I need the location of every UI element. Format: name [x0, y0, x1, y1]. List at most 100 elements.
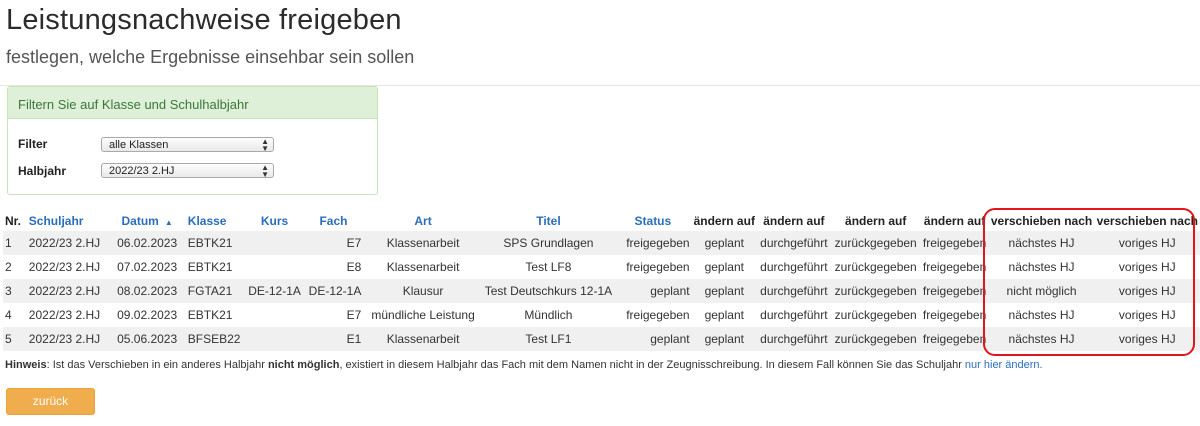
cell-titel-link[interactable]: Test LF1	[482, 327, 615, 351]
cell-nr: 5	[3, 327, 27, 351]
cell-datum: 05.06.2023	[108, 327, 186, 351]
move-next-hj-link[interactable]: nächstes HJ	[988, 303, 1095, 327]
select-arrows-icon: ▲ ▼	[261, 137, 269, 153]
cell-nr: 2	[3, 255, 27, 279]
filter-select[interactable]: alle Klassen ▲ ▼	[101, 137, 274, 153]
page-subtitle: festlegen, welche Ergebnisse einsehbar s…	[6, 47, 415, 67]
col-fach[interactable]: Fach	[304, 211, 364, 231]
hint-text: Hinweis: Ist das Verschieben in ein ande…	[5, 359, 1043, 371]
set-durchgefuehrt-link[interactable]: durchgeführt	[756, 279, 831, 303]
filter-panel-heading: Filtern Sie auf Klasse und Schulhalbjahr	[8, 87, 377, 119]
cell-art-link[interactable]: Klassenarbeit	[363, 231, 483, 255]
cell-art-link[interactable]: Klassenarbeit	[363, 255, 483, 279]
col-status[interactable]: Status	[614, 211, 691, 231]
col-klasse[interactable]: Klasse	[186, 211, 246, 231]
set-freigegeben-link[interactable]: freigegeben	[920, 327, 989, 351]
hint-text-part2: , existiert in diesem Halbjahr das Fach …	[339, 359, 965, 371]
filter-row: Filter	[18, 137, 102, 151]
move-next-hj-link[interactable]: nächstes HJ	[988, 231, 1095, 255]
cell-titel-link[interactable]: SPS Grundlagen	[482, 231, 615, 255]
cell-status: freigegeben	[614, 303, 692, 327]
col-datum[interactable]: Datum ▲	[108, 211, 185, 231]
set-geplant-link[interactable]: geplant	[691, 231, 757, 255]
cell-schuljahr-link[interactable]: 2022/23 2.HJ	[26, 255, 109, 279]
set-freigegeben-link[interactable]: freigegeben	[920, 303, 989, 327]
col-art[interactable]: Art	[363, 211, 482, 231]
halbjahr-select[interactable]: 2022/23 2.HJ ▲ ▼	[101, 163, 274, 179]
col-verschieben-2: verschieben nach	[1096, 214, 1198, 228]
cell-datum: 07.02.2023	[108, 255, 186, 279]
cell-status: freigegeben	[614, 231, 692, 255]
col-nr: Nr.	[5, 214, 22, 228]
cell-datum: 06.02.2023	[108, 231, 186, 255]
table-header-row: Nr. Schuljahr Datum ▲ Klasse Kurs Fach Ar…	[3, 211, 1200, 231]
cell-schuljahr-link[interactable]: 2022/23 2.HJ	[26, 327, 109, 351]
set-geplant-link[interactable]: geplant	[691, 327, 757, 351]
move-prev-hj-link[interactable]: voriges HJ	[1094, 303, 1200, 327]
move-next-hj-link[interactable]: nächstes HJ	[988, 255, 1095, 279]
move-not-possible-text: nicht möglich	[988, 279, 1095, 303]
col-aendern-3: ändern auf	[845, 214, 907, 228]
cell-schuljahr-link[interactable]: 2022/23 2.HJ	[26, 279, 109, 303]
move-prev-hj-link[interactable]: voriges HJ	[1094, 327, 1200, 351]
table-row: 4 2022/23 2.HJ 09.02.2023 EBTK21 E7 mündliche…	[3, 303, 1200, 327]
back-button[interactable]: zurück	[6, 388, 95, 415]
set-zurueckgegeben-link[interactable]: zurückgegeben	[830, 327, 921, 351]
cell-titel-link[interactable]: Test LF8	[482, 255, 615, 279]
move-next-hj-link[interactable]: nächstes HJ	[988, 327, 1095, 351]
set-freigegeben-link[interactable]: freigegeben	[920, 255, 989, 279]
col-datum-label: Datum	[121, 214, 159, 228]
col-kurs[interactable]: Kurs	[246, 211, 304, 231]
col-verschieben-1: verschieben nach	[990, 214, 1093, 228]
cell-klasse-link[interactable]: EBTK21	[185, 231, 246, 255]
set-freigegeben-link[interactable]: freigegeben	[920, 231, 989, 255]
filter-label: Filter	[18, 137, 48, 151]
table-row: 1 2022/23 2.HJ 06.02.2023 EBTK21 E7 Klassenar…	[3, 231, 1200, 255]
set-durchgefuehrt-link[interactable]: durchgeführt	[756, 327, 831, 351]
cell-art-link[interactable]: mündliche Leistung	[363, 303, 483, 327]
set-durchgefuehrt-link[interactable]: durchgeführt	[756, 303, 831, 327]
cell-fach: E7	[303, 231, 364, 255]
col-aendern-1: ändern auf	[693, 214, 755, 228]
cell-art-link[interactable]: Klassenarbeit	[363, 327, 483, 351]
set-geplant-link[interactable]: geplant	[691, 255, 757, 279]
hint-label: Hinweis	[5, 359, 47, 371]
set-zurueckgegeben-link[interactable]: zurückgegeben	[830, 303, 921, 327]
cell-schuljahr-link[interactable]: 2022/23 2.HJ	[26, 303, 109, 327]
set-geplant-link[interactable]: geplant	[691, 279, 757, 303]
col-schuljahr[interactable]: Schuljahr	[27, 211, 109, 231]
cell-klasse-link[interactable]: EBTK21	[185, 303, 246, 327]
cell-klasse-link[interactable]: EBTK21	[185, 255, 246, 279]
move-prev-hj-link[interactable]: voriges HJ	[1094, 279, 1200, 303]
cell-titel-link[interactable]: Test Deutschkurs 12-1A	[482, 279, 615, 303]
cell-nr: 4	[3, 303, 27, 327]
move-prev-hj-link[interactable]: voriges HJ	[1094, 231, 1200, 255]
table-row: 5 2022/23 2.HJ 05.06.2023 BFSEB22 E1 Klassena…	[3, 327, 1200, 351]
col-titel[interactable]: Titel	[483, 211, 614, 231]
col-aendern-2: ändern auf	[763, 214, 825, 228]
move-prev-hj-link[interactable]: voriges HJ	[1094, 255, 1200, 279]
table-row: 2 2022/23 2.HJ 07.02.2023 EBTK21 E8 Klassenar…	[3, 255, 1200, 279]
cell-schuljahr-link[interactable]: 2022/23 2.HJ	[26, 231, 109, 255]
set-zurueckgegeben-link[interactable]: zurückgegeben	[830, 231, 921, 255]
halbjahr-row: Halbjahr	[18, 164, 102, 178]
set-zurueckgegeben-link[interactable]: zurückgegeben	[830, 279, 921, 303]
hint-link[interactable]: nur hier ändern.	[965, 359, 1043, 371]
set-freigegeben-link[interactable]: freigegeben	[920, 279, 989, 303]
cell-nr: 1	[3, 231, 27, 255]
cell-titel-link[interactable]: Mündlich	[482, 303, 615, 327]
filter-select-value: alle Klassen	[109, 139, 169, 151]
cell-art-link[interactable]: Klausur	[363, 279, 483, 303]
cell-klasse-link[interactable]: BFSEB22	[185, 327, 246, 351]
set-zurueckgegeben-link[interactable]: zurückgegeben	[830, 255, 921, 279]
cell-klasse-link[interactable]: FGTA21	[185, 279, 246, 303]
results-table: Nr. Schuljahr Datum ▲ Klasse Kurs Fach Ar…	[3, 211, 1200, 351]
cell-fach: E7	[303, 303, 364, 327]
cell-status: geplant	[614, 327, 692, 351]
set-durchgefuehrt-link[interactable]: durchgeführt	[756, 255, 831, 279]
table-row: 3 2022/23 2.HJ 08.02.2023 FGTA21 DE-12-1A DE-…	[3, 279, 1200, 303]
cell-datum: 08.02.2023	[108, 279, 186, 303]
set-durchgefuehrt-link[interactable]: durchgeführt	[756, 231, 831, 255]
set-geplant-link[interactable]: geplant	[691, 303, 757, 327]
cell-fach: DE-12-1A	[303, 279, 364, 303]
